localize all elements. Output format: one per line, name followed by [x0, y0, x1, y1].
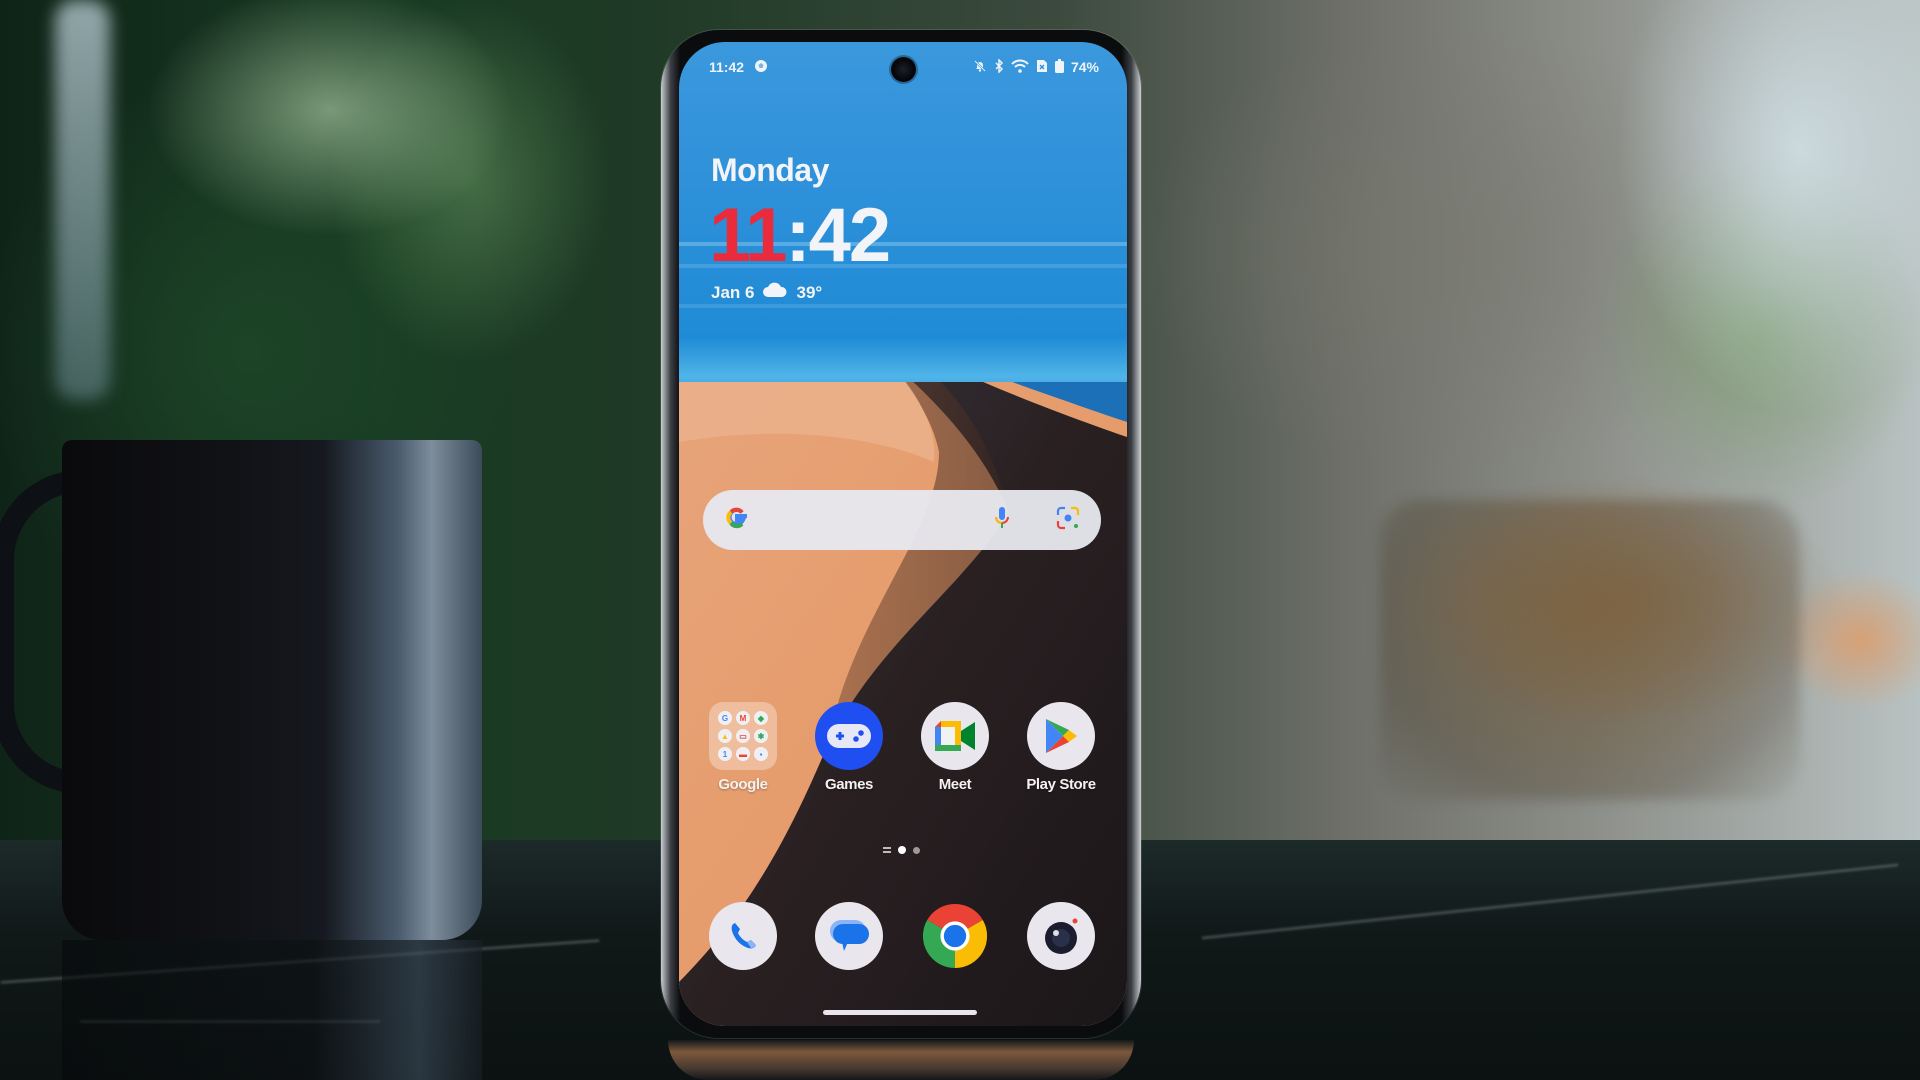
front-camera [891, 57, 916, 82]
app-play-store[interactable]: Play Store [1011, 702, 1111, 793]
app-label: Google [718, 776, 768, 793]
clock-separator: : [785, 193, 810, 278]
google-folder-icon: G M ◆ ▲ ▭ ✱ 1 ▬ ▪ [709, 702, 777, 770]
clock-widget-time[interactable]: 11:42 [709, 198, 891, 274]
clock-hours: 11 [709, 193, 787, 278]
chrome-icon [921, 902, 989, 970]
clock-minutes: 42 [808, 193, 892, 278]
phone-home-screen[interactable]: 11:42 74% Monday 11:42 Jan 6 39° G M ◆ ▲… [679, 42, 1127, 1026]
battery-icon [1054, 58, 1064, 76]
dock-phone[interactable] [693, 902, 793, 970]
google-g-icon [723, 504, 751, 537]
dock-messages[interactable] [799, 902, 899, 970]
dock-camera[interactable] [1011, 902, 1111, 970]
date-label: Jan 6 [711, 282, 755, 302]
wifi-icon [1011, 59, 1029, 76]
app-label: Games [824, 776, 874, 793]
gesture-home-bar[interactable] [823, 1010, 977, 1015]
app-games[interactable]: Games [799, 702, 899, 793]
dock-chrome[interactable] [905, 902, 1005, 970]
cloud-icon [762, 282, 788, 303]
messages-icon [815, 902, 883, 970]
battery-percentage: 74% [1070, 59, 1099, 75]
status-time: 11:42 [709, 59, 745, 75]
app-google-folder[interactable]: G M ◆ ▲ ▭ ✱ 1 ▬ ▪ Google [693, 702, 793, 793]
gamepad-icon [815, 702, 883, 770]
phone-reflection [668, 1040, 1134, 1080]
clock-widget-day[interactable]: Monday [711, 152, 829, 189]
phone-icon [709, 902, 777, 970]
window-light [55, 0, 110, 400]
soccer-ball-icon [754, 59, 768, 76]
meet-icon [921, 702, 989, 770]
bell-off-icon [973, 59, 987, 76]
blurred-basket [1380, 500, 1800, 800]
google-lens-icon[interactable] [1055, 505, 1081, 536]
no-sim-icon [1036, 59, 1048, 76]
mug-reflection [62, 940, 482, 1080]
app-meet[interactable]: Meet [905, 702, 1005, 793]
coffee-mug [62, 440, 482, 940]
page-dot[interactable] [913, 846, 920, 854]
app-label: Meet [938, 776, 972, 793]
page-indicator[interactable] [883, 846, 920, 854]
google-search-bar[interactable] [703, 490, 1101, 550]
date-weather-row[interactable]: Jan 6 39° [711, 282, 822, 303]
bluetooth-icon [994, 57, 1004, 76]
camera-icon [1027, 902, 1095, 970]
app-label: Play Store [1026, 776, 1096, 793]
microphone-icon[interactable] [993, 505, 1011, 536]
page-indicator-feed[interactable] [883, 847, 891, 853]
play-store-icon [1027, 702, 1095, 770]
page-dot-active[interactable] [898, 846, 906, 854]
temperature-label: 39° [796, 282, 823, 302]
